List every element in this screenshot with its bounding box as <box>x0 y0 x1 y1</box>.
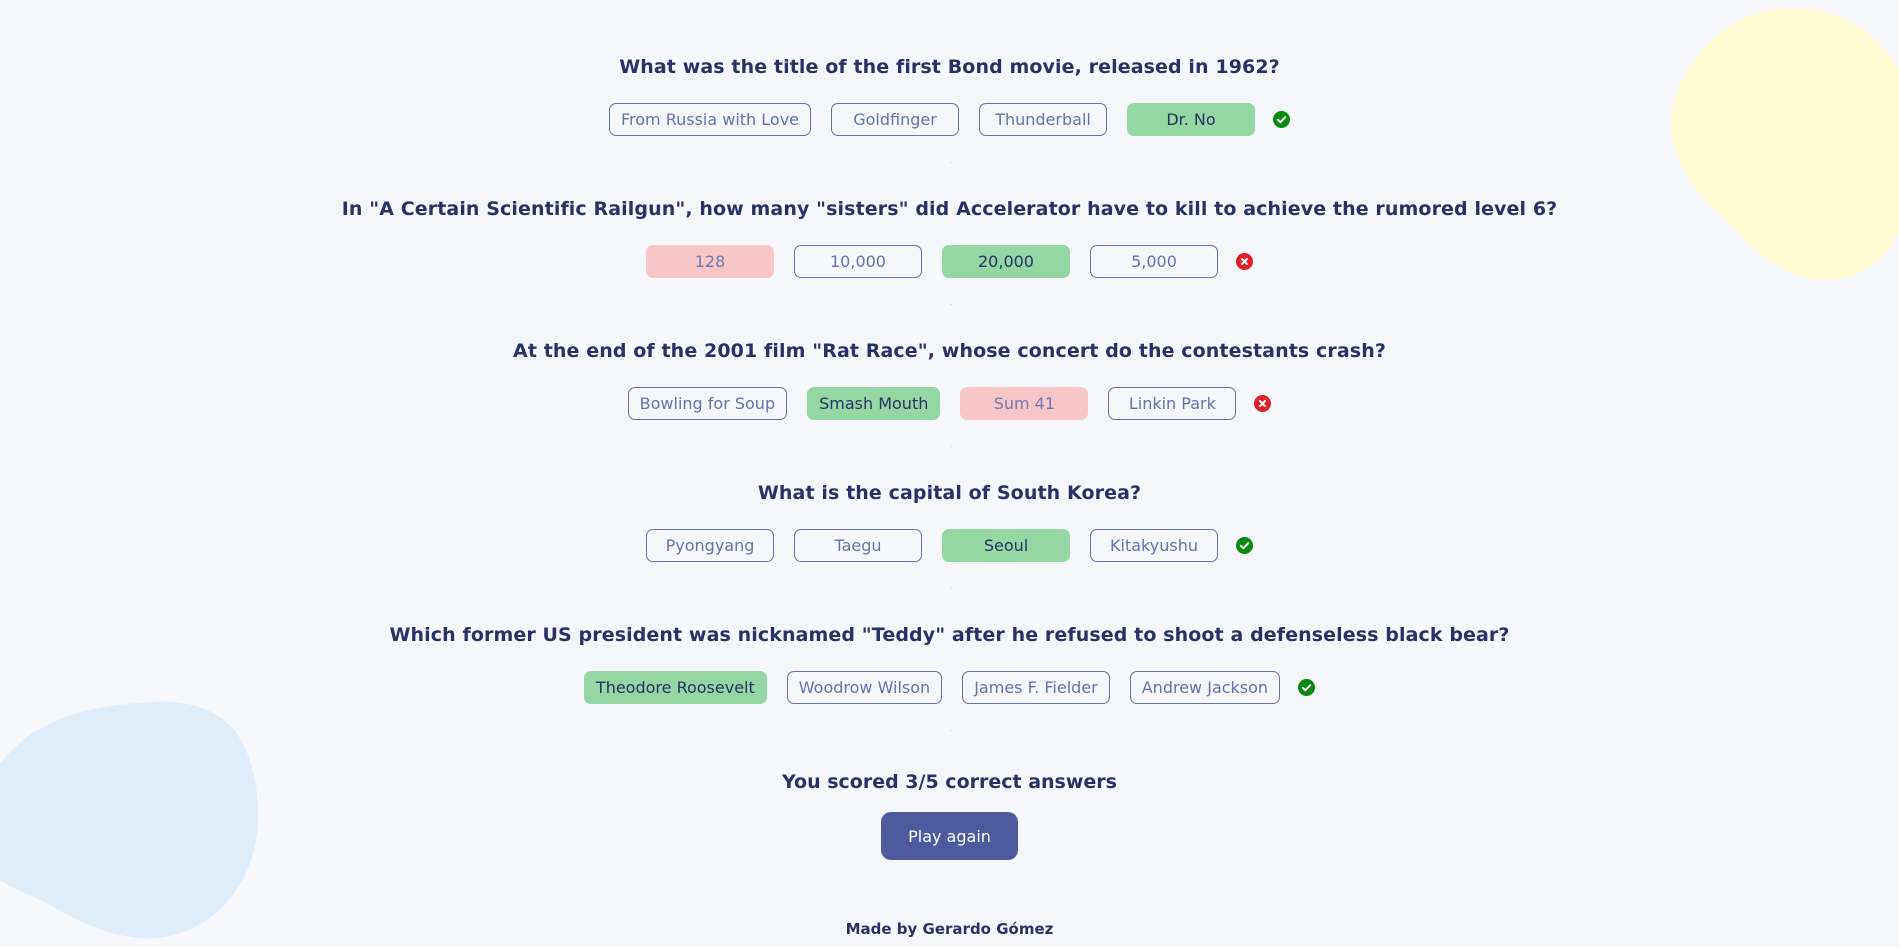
answer-option[interactable]: Theodore Roosevelt <box>583 671 767 704</box>
answer-option[interactable]: 128 <box>646 245 774 278</box>
answer-options: Theodore Roosevelt Woodrow Wilson James F.… <box>0 671 1899 704</box>
question-text: In "A Certain Scientific Railgun", how m… <box>341 198 1558 220</box>
answer-options: Bowling for Soup Smash Mouth Sum 41 Linkin … <box>0 387 1899 420</box>
question-block: What is the capital of South Korea? Pyong… <box>0 426 1899 589</box>
play-again-button[interactable]: Play again <box>881 812 1018 860</box>
check-circle-icon <box>1298 679 1316 696</box>
answer-option[interactable]: Bowling for Soup <box>627 387 788 420</box>
answer-option[interactable]: Thunderball <box>979 103 1108 136</box>
answer-option[interactable]: Woodrow Wilson <box>786 671 943 704</box>
blue-blob-decoration <box>0 701 259 939</box>
answer-option[interactable]: From Russia with Love <box>608 103 812 136</box>
x-circle-icon <box>1236 253 1253 270</box>
score-text: You scored 3/5 correct answers <box>782 771 1117 793</box>
answer-option[interactable]: Linkin Park <box>1108 387 1237 420</box>
answer-option[interactable]: James F. Fielder <box>962 671 1110 704</box>
check-circle-icon <box>1236 537 1253 554</box>
answer-option[interactable]: Kitakyushu <box>1090 529 1218 562</box>
question-divider <box>949 730 952 731</box>
question-block: Which former US president was nicknamed … <box>0 568 1899 731</box>
result-area: You scored 3/5 correct answers Play agai… <box>0 770 1899 860</box>
question-text: At the end of the 2001 film "Rat Race", … <box>513 340 1386 362</box>
answer-option[interactable]: 10,000 <box>794 245 922 278</box>
x-circle-icon <box>1254 395 1272 412</box>
quiz-container: What was the title of the first Bond mov… <box>0 0 1899 731</box>
answer-option[interactable]: Dr. No <box>1127 103 1256 136</box>
answer-options: Pyongyang Taegu Seoul Kitakyushu <box>0 529 1899 562</box>
answer-option[interactable]: Sum 41 <box>960 387 1089 420</box>
answer-option[interactable]: Pyongyang <box>646 529 774 562</box>
answer-option[interactable]: 5,000 <box>1090 245 1218 278</box>
question-block: What was the title of the first Bond mov… <box>0 0 1899 163</box>
answer-option[interactable]: Goldfinger <box>831 103 960 136</box>
answer-option[interactable]: Andrew Jackson <box>1129 671 1281 704</box>
answer-options: From Russia with Love Goldfinger Thunderba… <box>0 103 1899 136</box>
check-circle-icon <box>1273 111 1291 128</box>
answer-options: 128 10,000 20,000 5,000 <box>0 245 1899 278</box>
question-text: Which former US president was nicknamed … <box>389 624 1510 646</box>
answer-option[interactable]: Seoul <box>942 529 1070 562</box>
question-text: What was the title of the first Bond mov… <box>619 56 1280 78</box>
question-text: What is the capital of South Korea? <box>757 482 1142 504</box>
question-block: In "A Certain Scientific Railgun", how m… <box>0 142 1899 305</box>
footer-credit: Made by Gerardo Gómez <box>845 920 1054 938</box>
question-block: At the end of the 2001 film "Rat Race", … <box>0 284 1899 447</box>
answer-option[interactable]: Taegu <box>794 529 922 562</box>
answer-option[interactable]: 20,000 <box>942 245 1070 278</box>
answer-option[interactable]: Smash Mouth <box>807 387 941 420</box>
